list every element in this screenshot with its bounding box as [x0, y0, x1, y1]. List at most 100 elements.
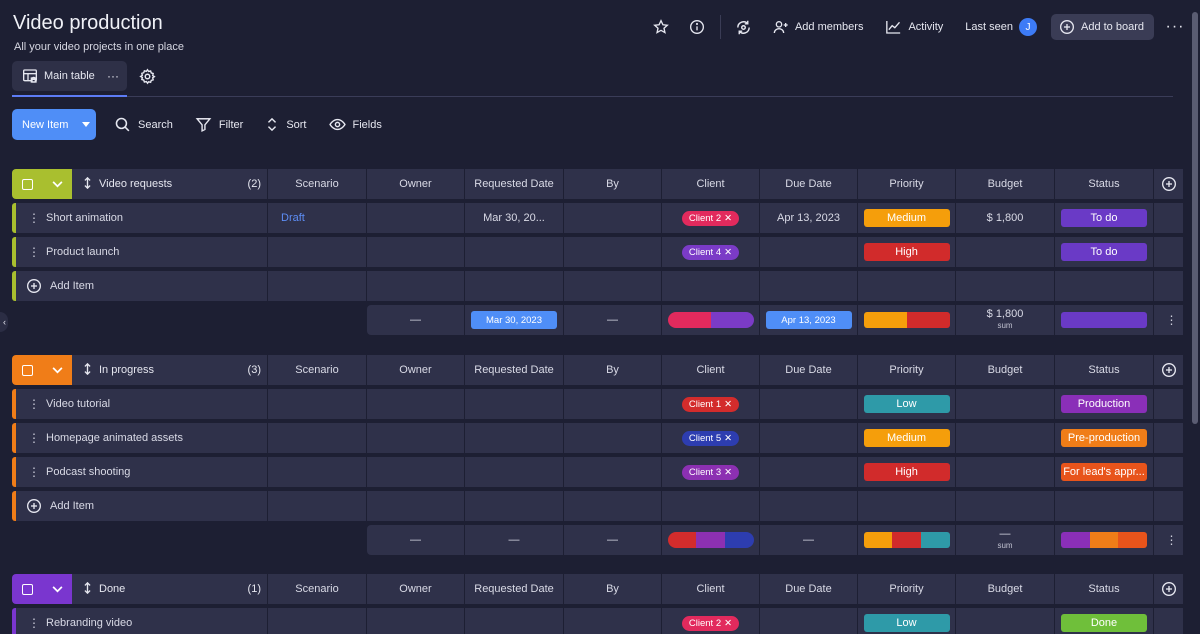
column-header-status[interactable]: Status — [1055, 355, 1154, 385]
table-row[interactable]: ⋮ Homepage animated assets Client 5 ✕ Med… — [12, 423, 1184, 453]
column-header-client[interactable]: Client — [662, 574, 760, 604]
client-cell[interactable]: Client 2 ✕ — [662, 203, 760, 233]
scenario-cell[interactable] — [268, 237, 367, 267]
owner-cell[interactable] — [367, 457, 465, 487]
summary-menu-icon[interactable]: ⋮ — [1154, 305, 1184, 335]
column-header-requested-date[interactable]: Requested Date — [465, 169, 564, 199]
add-item-button[interactable]: Add Item — [16, 491, 268, 521]
row-menu-icon[interactable]: ⋮ — [28, 397, 40, 411]
priority-cell[interactable]: High — [858, 237, 956, 267]
priority-pill[interactable]: Medium — [863, 209, 950, 227]
gear-icon[interactable] — [137, 66, 157, 86]
collapse-sidebar-icon[interactable]: ‹ — [0, 312, 8, 332]
priority-pill[interactable]: Low — [863, 395, 950, 413]
group-name-cell[interactable]: In progress (3) — [72, 355, 268, 385]
priority-pill[interactable]: Low — [863, 614, 950, 632]
item-name-cell[interactable]: ⋮ Video tutorial — [16, 389, 268, 419]
table-row[interactable]: ⋮ Product launch Client 4 ✕ High To do — [12, 237, 1184, 267]
chevron-down-icon[interactable] — [42, 169, 72, 199]
table-row[interactable]: ⋮ Rebranding video Client 2 ✕ Low Done — [12, 608, 1184, 634]
row-menu-icon[interactable]: ⋮ — [28, 465, 40, 479]
close-icon[interactable]: ✕ — [724, 433, 732, 444]
column-header-scenario[interactable]: Scenario — [268, 169, 367, 199]
by-cell[interactable] — [564, 457, 662, 487]
add-column-button[interactable] — [1154, 574, 1184, 604]
status-pill[interactable]: Pre-production — [1061, 429, 1147, 447]
scenario-cell[interactable] — [268, 608, 367, 634]
column-header-client[interactable]: Client — [662, 169, 760, 199]
owner-cell[interactable] — [367, 237, 465, 267]
caret-down-icon[interactable] — [74, 109, 96, 140]
add-item-button[interactable]: Add Item — [16, 271, 268, 301]
budget-cell[interactable] — [956, 608, 1055, 634]
priority-pill[interactable]: Medium — [863, 429, 950, 447]
column-header-requested-date[interactable]: Requested Date — [465, 355, 564, 385]
due-date-cell[interactable] — [760, 389, 858, 419]
due-date-cell[interactable]: Apr 13, 2023 — [760, 203, 858, 233]
owner-cell[interactable] — [367, 423, 465, 453]
client-chip[interactable]: Client 2 ✕ — [681, 615, 740, 631]
requested-date-cell[interactable] — [465, 423, 564, 453]
requested-date-cell[interactable] — [465, 608, 564, 634]
item-name-cell[interactable]: ⋮ Short animation — [16, 203, 268, 233]
column-header-scenario[interactable]: Scenario — [268, 355, 367, 385]
column-header-budget[interactable]: Budget — [956, 169, 1055, 199]
group-select-checkbox[interactable] — [12, 169, 42, 199]
tab-main-table[interactable]: Main table ··· — [12, 61, 127, 91]
client-cell[interactable]: Client 3 ✕ — [662, 457, 760, 487]
close-icon[interactable]: ✕ — [724, 618, 732, 629]
owner-cell[interactable] — [367, 203, 465, 233]
close-icon[interactable]: ✕ — [724, 467, 732, 478]
activity-button[interactable]: Activity — [877, 14, 951, 40]
table-row[interactable]: ⋮ Podcast shooting Client 3 ✕ High For le… — [12, 457, 1184, 487]
column-header-due-date[interactable]: Due Date — [760, 574, 858, 604]
scenario-cell[interactable]: Draft — [268, 203, 367, 233]
status-cell[interactable]: To do — [1055, 203, 1154, 233]
client-chip[interactable]: Client 1 ✕ — [681, 396, 740, 412]
budget-cell[interactable] — [956, 457, 1055, 487]
due-date-cell[interactable] — [760, 237, 858, 267]
budget-cell[interactable]: $ 1,800 — [956, 203, 1055, 233]
by-cell[interactable] — [564, 423, 662, 453]
column-header-by[interactable]: By — [564, 355, 662, 385]
close-icon[interactable]: ✕ — [724, 213, 732, 224]
owner-cell[interactable] — [367, 389, 465, 419]
column-header-priority[interactable]: Priority — [858, 574, 956, 604]
client-cell[interactable]: Client 1 ✕ — [662, 389, 760, 419]
status-cell[interactable]: To do — [1055, 237, 1154, 267]
column-header-client[interactable]: Client — [662, 355, 760, 385]
scenario-link[interactable]: Draft — [281, 212, 305, 224]
owner-cell[interactable] — [367, 608, 465, 634]
due-date-cell[interactable] — [760, 457, 858, 487]
row-menu-icon[interactable]: ⋮ — [28, 616, 40, 630]
requested-date-cell[interactable] — [465, 457, 564, 487]
scenario-cell[interactable] — [268, 389, 367, 419]
requested-date-cell[interactable] — [465, 237, 564, 267]
automation-sync-icon[interactable] — [729, 14, 759, 40]
group-name-cell[interactable]: Video requests (2) — [72, 169, 268, 199]
by-cell[interactable] — [564, 389, 662, 419]
budget-cell[interactable] — [956, 389, 1055, 419]
client-chip[interactable]: Client 3 ✕ — [681, 464, 740, 480]
summary-menu-icon[interactable]: ⋮ — [1154, 525, 1184, 555]
column-header-owner[interactable]: Owner — [367, 169, 465, 199]
more-options-icon[interactable]: ··· — [1160, 14, 1190, 40]
client-chip[interactable]: Client 4 ✕ — [681, 244, 740, 260]
column-header-due-date[interactable]: Due Date — [760, 355, 858, 385]
row-menu-icon[interactable]: ⋮ — [28, 245, 40, 259]
item-name-cell[interactable]: ⋮ Podcast shooting — [16, 457, 268, 487]
priority-cell[interactable]: Low — [858, 389, 956, 419]
status-pill[interactable]: To do — [1061, 243, 1147, 261]
group-select-checkbox[interactable] — [12, 355, 42, 385]
search-button[interactable]: Search — [114, 116, 173, 133]
row-menu-icon[interactable]: ⋮ — [28, 211, 40, 225]
filter-button[interactable]: Filter — [195, 116, 243, 133]
add-item-row[interactable]: Add Item — [12, 491, 1184, 521]
column-header-owner[interactable]: Owner — [367, 355, 465, 385]
status-cell[interactable]: Pre-production — [1055, 423, 1154, 453]
column-header-priority[interactable]: Priority — [858, 355, 956, 385]
column-header-scenario[interactable]: Scenario — [268, 574, 367, 604]
status-pill[interactable]: Done — [1061, 614, 1147, 632]
star-icon[interactable] — [646, 14, 676, 40]
table-row[interactable]: ⋮ Video tutorial Client 1 ✕ Low Productio… — [12, 389, 1184, 419]
